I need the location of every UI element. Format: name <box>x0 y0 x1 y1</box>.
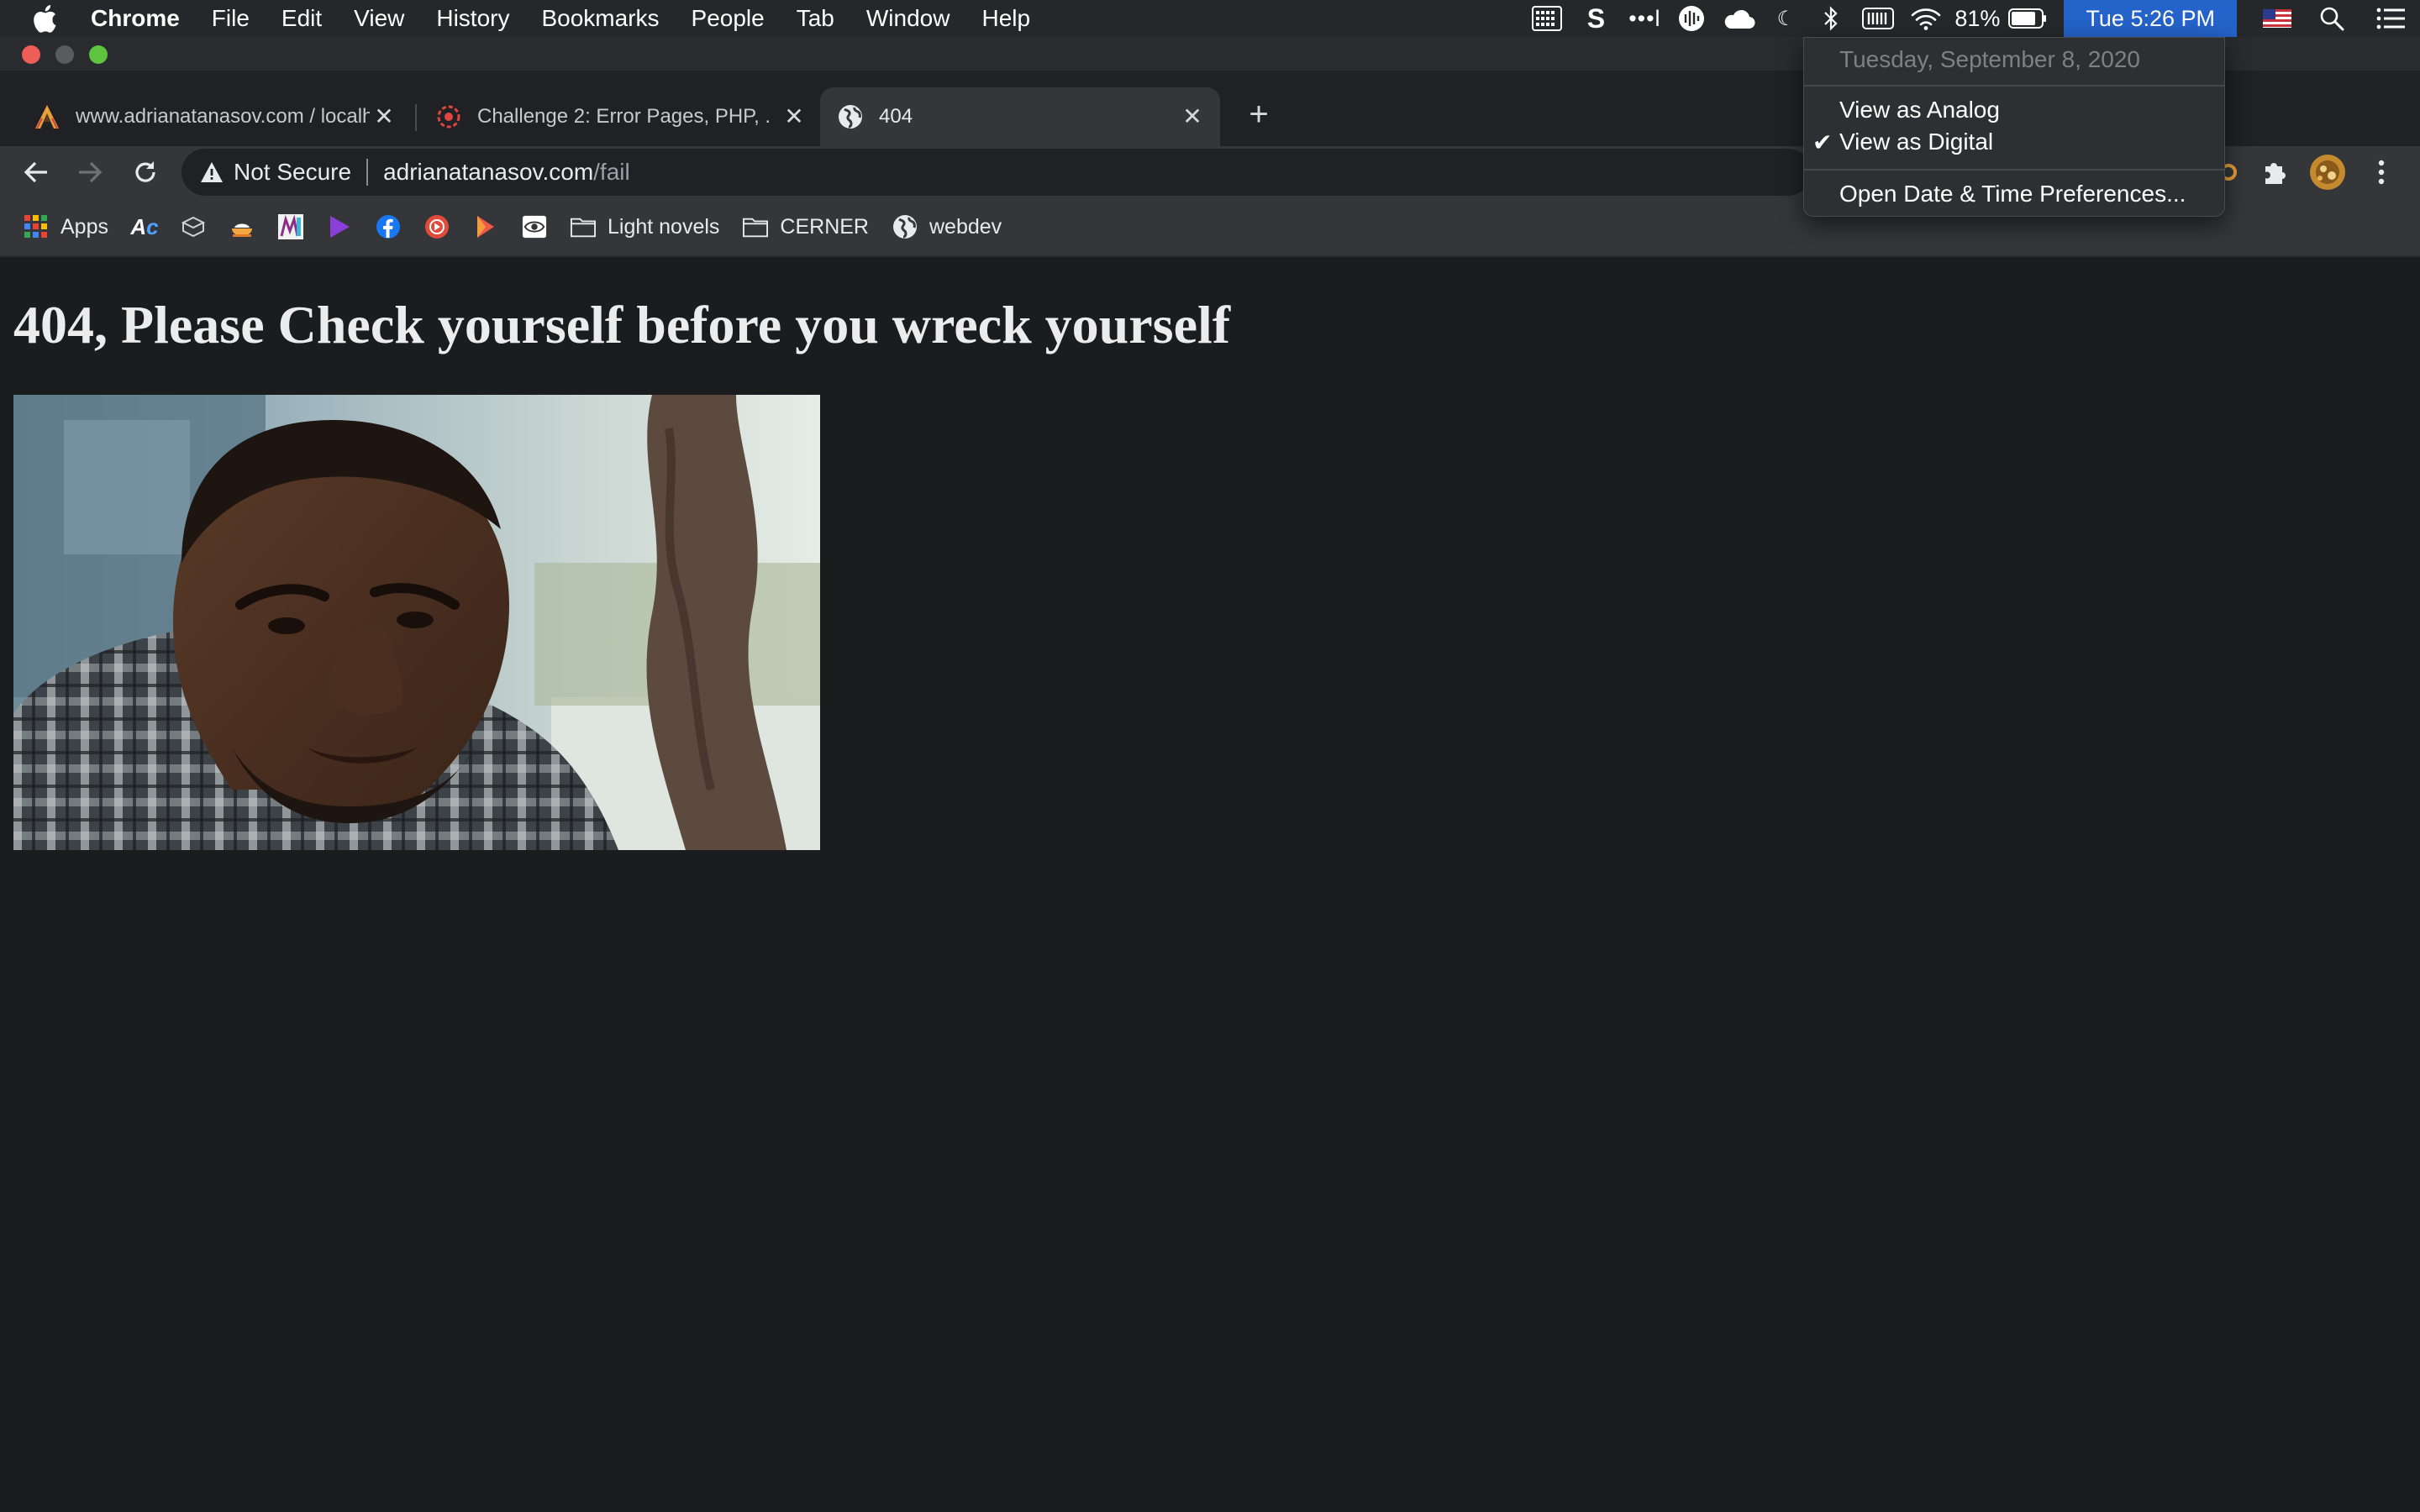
extensions-puzzle-icon[interactable] <box>2254 146 2296 198</box>
us-flag-icon[interactable] <box>2252 0 2302 37</box>
new-tab-button[interactable]: + <box>1242 97 1276 131</box>
globe-icon <box>837 103 864 130</box>
tab-adrianatanasov[interactable]: www.adrianatanasov.com / localhost ✕ <box>0 87 412 146</box>
bookmark-orange[interactable] <box>218 197 266 256</box>
address-bar[interactable]: Not Secure adrianatanasov.com/fail <box>182 149 1812 196</box>
keyboard-meter-icon[interactable] <box>1854 0 1902 37</box>
dots-icon[interactable]: •••l <box>1620 0 1669 37</box>
site-logo-icon <box>34 103 60 130</box>
menu-view[interactable]: View <box>338 0 420 37</box>
window-close-button[interactable] <box>22 45 40 64</box>
page-heading: 404, Please Check yourself before you wr… <box>13 295 1231 354</box>
notification-center-icon[interactable] <box>2361 0 2420 37</box>
clock-dropdown-menu: Tuesday, September 8, 2020 View as Analo… <box>1803 37 2225 217</box>
folder-icon <box>570 214 596 239</box>
battery-percent: 81% <box>1954 5 2001 31</box>
menu-bookmarks[interactable]: Bookmarks <box>525 0 675 37</box>
tab-title: www.adrianatanasov.com / localhost <box>76 105 370 128</box>
bookmark-webdev[interactable]: webdev <box>881 197 1013 256</box>
window-minimize-button[interactable] <box>55 45 74 64</box>
folder-icon <box>743 214 769 239</box>
eye-icon <box>522 214 547 239</box>
bluetooth-icon[interactable] <box>1808 0 1854 37</box>
bookmark-apps[interactable]: Apps <box>0 197 120 256</box>
music-play-icon <box>424 214 450 239</box>
status-area: S •••l ☾ 81% Tue 5:26 PM <box>1523 0 2420 37</box>
menu-item-view-as-analog[interactable]: View as Analog <box>1839 97 2000 123</box>
m-logo-icon <box>277 214 303 239</box>
window-zoom-button[interactable] <box>89 45 108 64</box>
url-path[interactable]: /fail <box>593 159 630 186</box>
menu-separator <box>1804 169 2224 171</box>
challenge-logo-icon <box>435 103 462 130</box>
cloud-icon[interactable] <box>1714 0 1763 37</box>
bookmark-label: CERNER <box>780 214 869 239</box>
bookmark-ac[interactable]: Ac <box>120 197 169 256</box>
box-icon <box>181 214 206 239</box>
menu-window[interactable]: Window <box>850 0 966 37</box>
play-triangle-icon <box>327 214 352 239</box>
menu-item-view-as-digital[interactable]: View as Digital <box>1839 129 1993 155</box>
menu-separator <box>1804 85 2224 87</box>
back-button[interactable] <box>15 146 57 198</box>
tab-close-icon[interactable]: ✕ <box>1180 104 1205 129</box>
reload-button[interactable] <box>124 146 166 198</box>
checkmark-icon: ✔ <box>1812 129 1833 155</box>
bookmark-folder-light-novels[interactable]: Light novels <box>559 197 731 256</box>
url-host[interactable]: adrianatanasov.com <box>383 159 593 186</box>
bookmark-eye[interactable] <box>510 197 559 256</box>
audio-meter-icon[interactable] <box>1669 0 1714 37</box>
bookmark-label: webdev <box>929 214 1002 239</box>
bookmark-label: Light novels <box>607 214 720 239</box>
menu-people[interactable]: People <box>676 0 781 37</box>
facebook-icon <box>376 214 401 239</box>
chrome-menu-icon[interactable] <box>2365 146 2398 198</box>
battery-icon[interactable] <box>2007 0 2049 37</box>
tab-close-icon[interactable]: ✕ <box>781 104 807 129</box>
bookmark-play[interactable] <box>315 197 364 256</box>
globe-icon <box>892 214 918 239</box>
bookmark-label: Apps <box>60 214 108 239</box>
menu-tab[interactable]: Tab <box>781 0 850 37</box>
warning-icon[interactable] <box>200 161 224 183</box>
bookmark-facebook[interactable] <box>364 197 413 256</box>
tab-close-icon[interactable]: ✕ <box>371 104 397 129</box>
bookmark-youtube-music[interactable] <box>413 197 461 256</box>
bookmark-box[interactable] <box>169 197 218 256</box>
spotlight-search-icon[interactable] <box>2302 0 2361 37</box>
tab-challenge-2[interactable]: Challenge 2: Error Pages, PHP, ... ✕ <box>402 87 822 146</box>
menu-item-date-time-preferences[interactable]: Open Date & Time Preferences... <box>1839 181 2186 207</box>
tab-title: Challenge 2: Error Pages, PHP, ... <box>477 105 771 128</box>
profile-avatar[interactable] <box>2307 146 2348 198</box>
reaction-photo <box>13 395 820 850</box>
tab-404[interactable]: 404 ✕ <box>820 87 1220 146</box>
bookmark-m[interactable] <box>266 197 315 256</box>
calendar-grid-icon[interactable] <box>1523 0 1571 37</box>
wifi-icon[interactable] <box>1902 0 1949 37</box>
apple-menu-icon[interactable] <box>32 4 79 33</box>
omnibox-divider <box>366 159 369 186</box>
moon-icon[interactable]: ☾ <box>1763 0 1808 37</box>
menu-date-label: Tuesday, September 8, 2020 <box>1839 46 2140 72</box>
menu-chrome[interactable]: Chrome <box>79 0 196 37</box>
menu-edit[interactable]: Edit <box>266 0 338 37</box>
tab-title: 404 <box>879 105 913 128</box>
menu-bar: Chrome File Edit View History Bookmarks … <box>0 0 2420 37</box>
ac-logo-icon: Ac <box>130 213 159 239</box>
apps-grid-icon <box>24 214 49 239</box>
page-content: 404, Please Check yourself before you wr… <box>0 259 2420 1512</box>
bookmark-flag[interactable] <box>461 197 510 256</box>
menubar-clock[interactable]: Tue 5:26 PM <box>2064 0 2237 37</box>
menu-help[interactable]: Help <box>965 0 1046 37</box>
forward-button[interactable] <box>69 146 111 198</box>
bookmark-folder-cerner[interactable]: CERNER <box>731 197 881 256</box>
food-icon <box>229 214 255 239</box>
menu-history[interactable]: History <box>420 0 525 37</box>
s-app-icon[interactable]: S <box>1571 0 1620 37</box>
flag-logo-icon <box>473 214 498 239</box>
menu-file[interactable]: File <box>196 0 266 37</box>
security-label[interactable]: Not Secure <box>234 159 351 186</box>
